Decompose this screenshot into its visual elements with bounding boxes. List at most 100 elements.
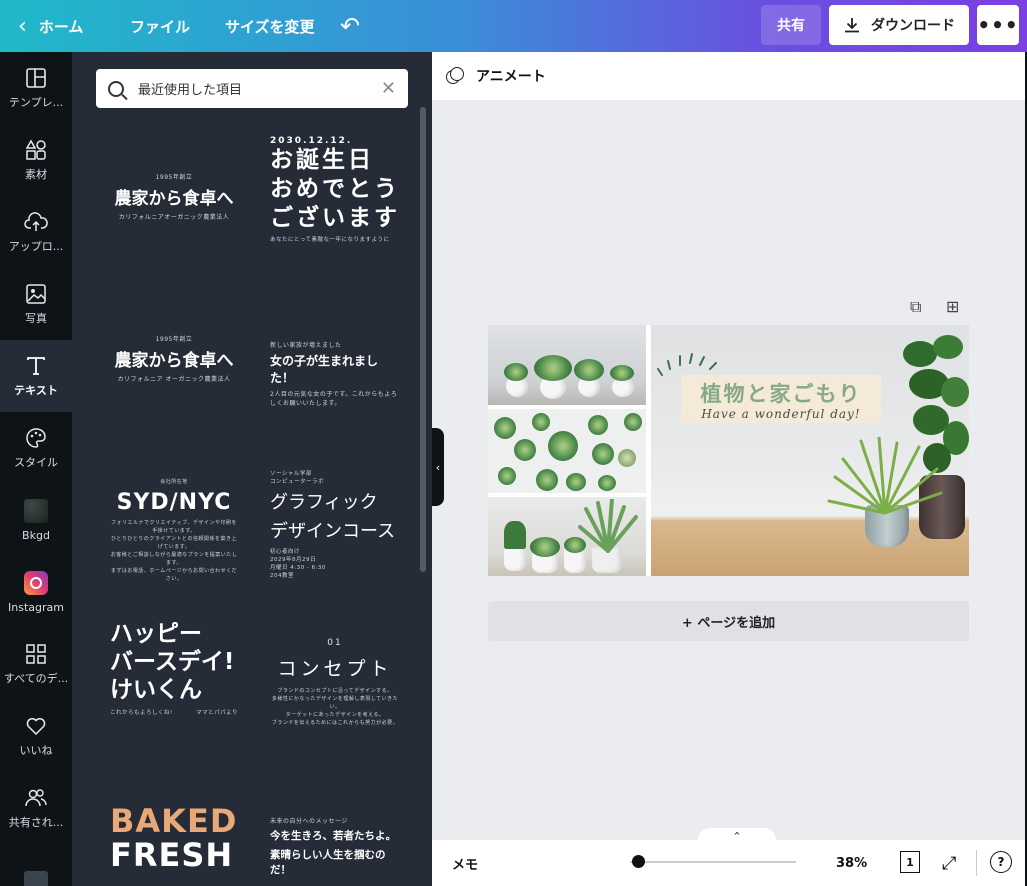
- search-icon: [108, 80, 124, 97]
- sidebar-item-likes[interactable]: いいね: [0, 700, 72, 772]
- left-navigation: テンプレ... 素材 アップロ... 写真 テキスト スタイル Bkgd Ins…: [0, 52, 72, 886]
- template-title: 女の子が生まれました！: [270, 354, 379, 385]
- template-line-2: バースデイ!: [110, 649, 235, 675]
- sidebar-item-more-apps[interactable]: [0, 850, 72, 886]
- sidebar-item-label: 写真: [25, 311, 47, 325]
- sidebar-item-all-designs[interactable]: すべてのデ...: [0, 628, 72, 700]
- sun-rays-decoration: [657, 353, 717, 376]
- animate-icon: [446, 67, 464, 85]
- template-line-1: BAKED: [110, 802, 238, 840]
- design-subtitle[interactable]: Have a wonderful day!: [651, 407, 911, 421]
- template-line-1: グラフィック: [270, 492, 378, 513]
- plant-photo-1[interactable]: [488, 325, 646, 405]
- text-icon: [27, 356, 45, 375]
- download-icon: [845, 18, 859, 33]
- sidebar-item-elements[interactable]: 素材: [0, 124, 72, 196]
- zoom-slider-handle[interactable]: [632, 855, 645, 868]
- zoom-slider[interactable]: [630, 861, 796, 863]
- template-sub-text: ブランドを伝えるためにはこれからも努力が必要。: [271, 720, 399, 726]
- download-button[interactable]: ダウンロード: [829, 5, 969, 45]
- add-page-icon[interactable]: ⊞: [946, 297, 959, 316]
- template-date: 2030.12.12.: [270, 136, 353, 146]
- template-line-2: デザインコース: [270, 521, 396, 542]
- text-template-4[interactable]: 新しい家族が増えました 女の子が生まれました！ 2人目の元気な女の子です。これか…: [270, 340, 400, 407]
- sidebar-item-label: Instagram: [8, 600, 64, 614]
- sidebar-item-label: 素材: [25, 167, 47, 181]
- editor-footer: メモ 38% 1 ⤢ ?: [432, 840, 1025, 886]
- apps-grid-icon: [26, 643, 46, 664]
- text-template-7[interactable]: ハッピー バースデイ! けいくん これからもよろしくね! ママとパパより: [110, 620, 238, 716]
- template-line-3: けいくん: [110, 677, 202, 703]
- search-input[interactable]: 最近使用した項目 ✕: [96, 69, 408, 108]
- design-title[interactable]: 植物と家ごもり: [651, 378, 911, 408]
- text-template-1[interactable]: 1995年創立 農家から食卓へ カリフォルニアオーガニック農業法人: [110, 172, 238, 221]
- text-template-6[interactable]: ソーシャル学部 コンピューターラボ グラフィック デザインコース 初心者向け 2…: [270, 470, 400, 580]
- share-button[interactable]: 共有: [761, 5, 821, 45]
- photo-icon: [26, 283, 46, 304]
- plant-photo-2[interactable]: [488, 409, 646, 493]
- template-line-1: 今を生きろ、若者たちよ。: [270, 830, 396, 842]
- text-template-10[interactable]: 未来の自分へのメッセージ 今を生きろ、若者たちよ。 素晴らしい人生を掴むのだ！: [270, 816, 400, 878]
- download-label: ダウンロード: [871, 18, 955, 34]
- sidebar-item-label: すべてのデ...: [3, 671, 69, 685]
- text-template-2[interactable]: 2030.12.12. お誕生日 おめでとう ございます あなたにとって素敵な一…: [270, 136, 400, 243]
- template-line-1: ハッピー: [110, 621, 202, 647]
- help-button[interactable]: ?: [990, 851, 1012, 873]
- template-sub-text: これからもよろしくね! ママとパパより: [110, 708, 238, 716]
- template-sub-text: 2人目の元気な女の子です。これからもよろしくお願いいたします。: [270, 391, 398, 407]
- app-thumbnail-icon: [24, 871, 48, 886]
- text-template-5[interactable]: 会社所在地 SYD/NYC フォリエルナでクリエイティブ、デザインや印刷を手掛け…: [110, 478, 238, 583]
- close-icon[interactable]: ✕: [381, 78, 396, 99]
- template-small-text: 1995年創立: [155, 336, 193, 343]
- plant-photo-3[interactable]: [488, 497, 646, 576]
- sidebar-item-instagram[interactable]: Instagram: [0, 556, 72, 628]
- animate-button[interactable]: アニメート: [476, 66, 546, 86]
- sidebar-item-label: テンプレ...: [8, 95, 64, 109]
- template-title: 農家から食卓へ: [114, 189, 234, 209]
- page-count-button[interactable]: 1: [900, 851, 920, 873]
- memo-button[interactable]: メモ: [452, 854, 478, 873]
- undo-icon[interactable]: ↶: [340, 0, 360, 52]
- chevron-left-icon: ‹: [435, 460, 441, 474]
- design-canvas[interactable]: 植物と家ごもり Have a wonderful day!: [488, 325, 969, 576]
- sidebar-item-styles[interactable]: スタイル: [0, 412, 72, 484]
- template-sub-text: ターゲットにあったデザインを考える。: [285, 712, 385, 718]
- zoom-level[interactable]: 38%: [836, 856, 867, 871]
- sidebar-item-shared[interactable]: 共有され...: [0, 772, 72, 844]
- template-sign-text: ママとパパより: [196, 710, 238, 716]
- sidebar-item-label: Bkgd: [22, 528, 50, 542]
- add-page-button[interactable]: + ページを追加: [488, 601, 969, 641]
- fullscreen-icon[interactable]: ⤢: [942, 853, 956, 874]
- template-title: 農家から食卓へ: [114, 351, 234, 371]
- template-title: SYD/NYC: [116, 490, 232, 515]
- resize-button[interactable]: サイズを変更: [225, 0, 315, 52]
- text-template-9[interactable]: BAKED FRESH: [110, 804, 238, 872]
- chevron-left-icon: ‹: [18, 13, 27, 39]
- template-sub-text: 多様性にかなったデザインを理解し表現していきたい。: [271, 696, 399, 710]
- collapse-panel-button[interactable]: ‹: [432, 428, 444, 506]
- file-menu-button[interactable]: ファイル: [130, 0, 190, 52]
- sidebar-item-templates[interactable]: テンプレ...: [0, 52, 72, 124]
- template-title: コンセプト: [277, 658, 393, 680]
- search-value[interactable]: 最近使用した項目: [138, 79, 381, 98]
- template-line-2: おめでとう: [270, 176, 400, 202]
- text-template-8[interactable]: 01 コンセプト ブランドのコンセプトに沿ってデザインする。 多様性にかなったデ…: [270, 638, 400, 727]
- template-sub-text: ひとりひとりのクライアントとの信頼関係を築き上げています。: [111, 536, 237, 550]
- sidebar-item-background[interactable]: Bkgd: [0, 484, 72, 556]
- template-sub-text: お客様とご相談しながら最適なプランを提案いたします。: [110, 552, 238, 566]
- text-template-3[interactable]: 1995年創立 農家から食卓へ カリフォルニア オーガニック農業法人: [110, 334, 238, 383]
- sidebar-item-uploads[interactable]: アップロ...: [0, 196, 72, 268]
- sidebar-item-photos[interactable]: 写真: [0, 268, 72, 340]
- palette-icon: [26, 427, 46, 448]
- template-small-text: ソーシャル学部: [270, 471, 312, 477]
- sidebar-item-label: スタイル: [14, 455, 58, 469]
- text-templates-panel: 最近使用した項目 ✕ 1995年創立 農家から食卓へ カリフォルニアオーガニック…: [72, 52, 432, 886]
- sidebar-item-text[interactable]: テキスト: [0, 340, 72, 412]
- panel-scrollbar[interactable]: [420, 107, 426, 572]
- template-sub-text: カリフォルニア オーガニック農業法人: [117, 376, 231, 383]
- home-button[interactable]: ‹ ホーム: [18, 0, 83, 52]
- template-sub-text: フォリエルナでクリエイティブ、デザインや印刷を手掛けています。: [111, 520, 237, 534]
- template-sub-text: これからもよろしくね!: [110, 710, 173, 716]
- duplicate-page-icon[interactable]: ⧉: [910, 297, 921, 317]
- more-options-button[interactable]: •••: [977, 5, 1019, 45]
